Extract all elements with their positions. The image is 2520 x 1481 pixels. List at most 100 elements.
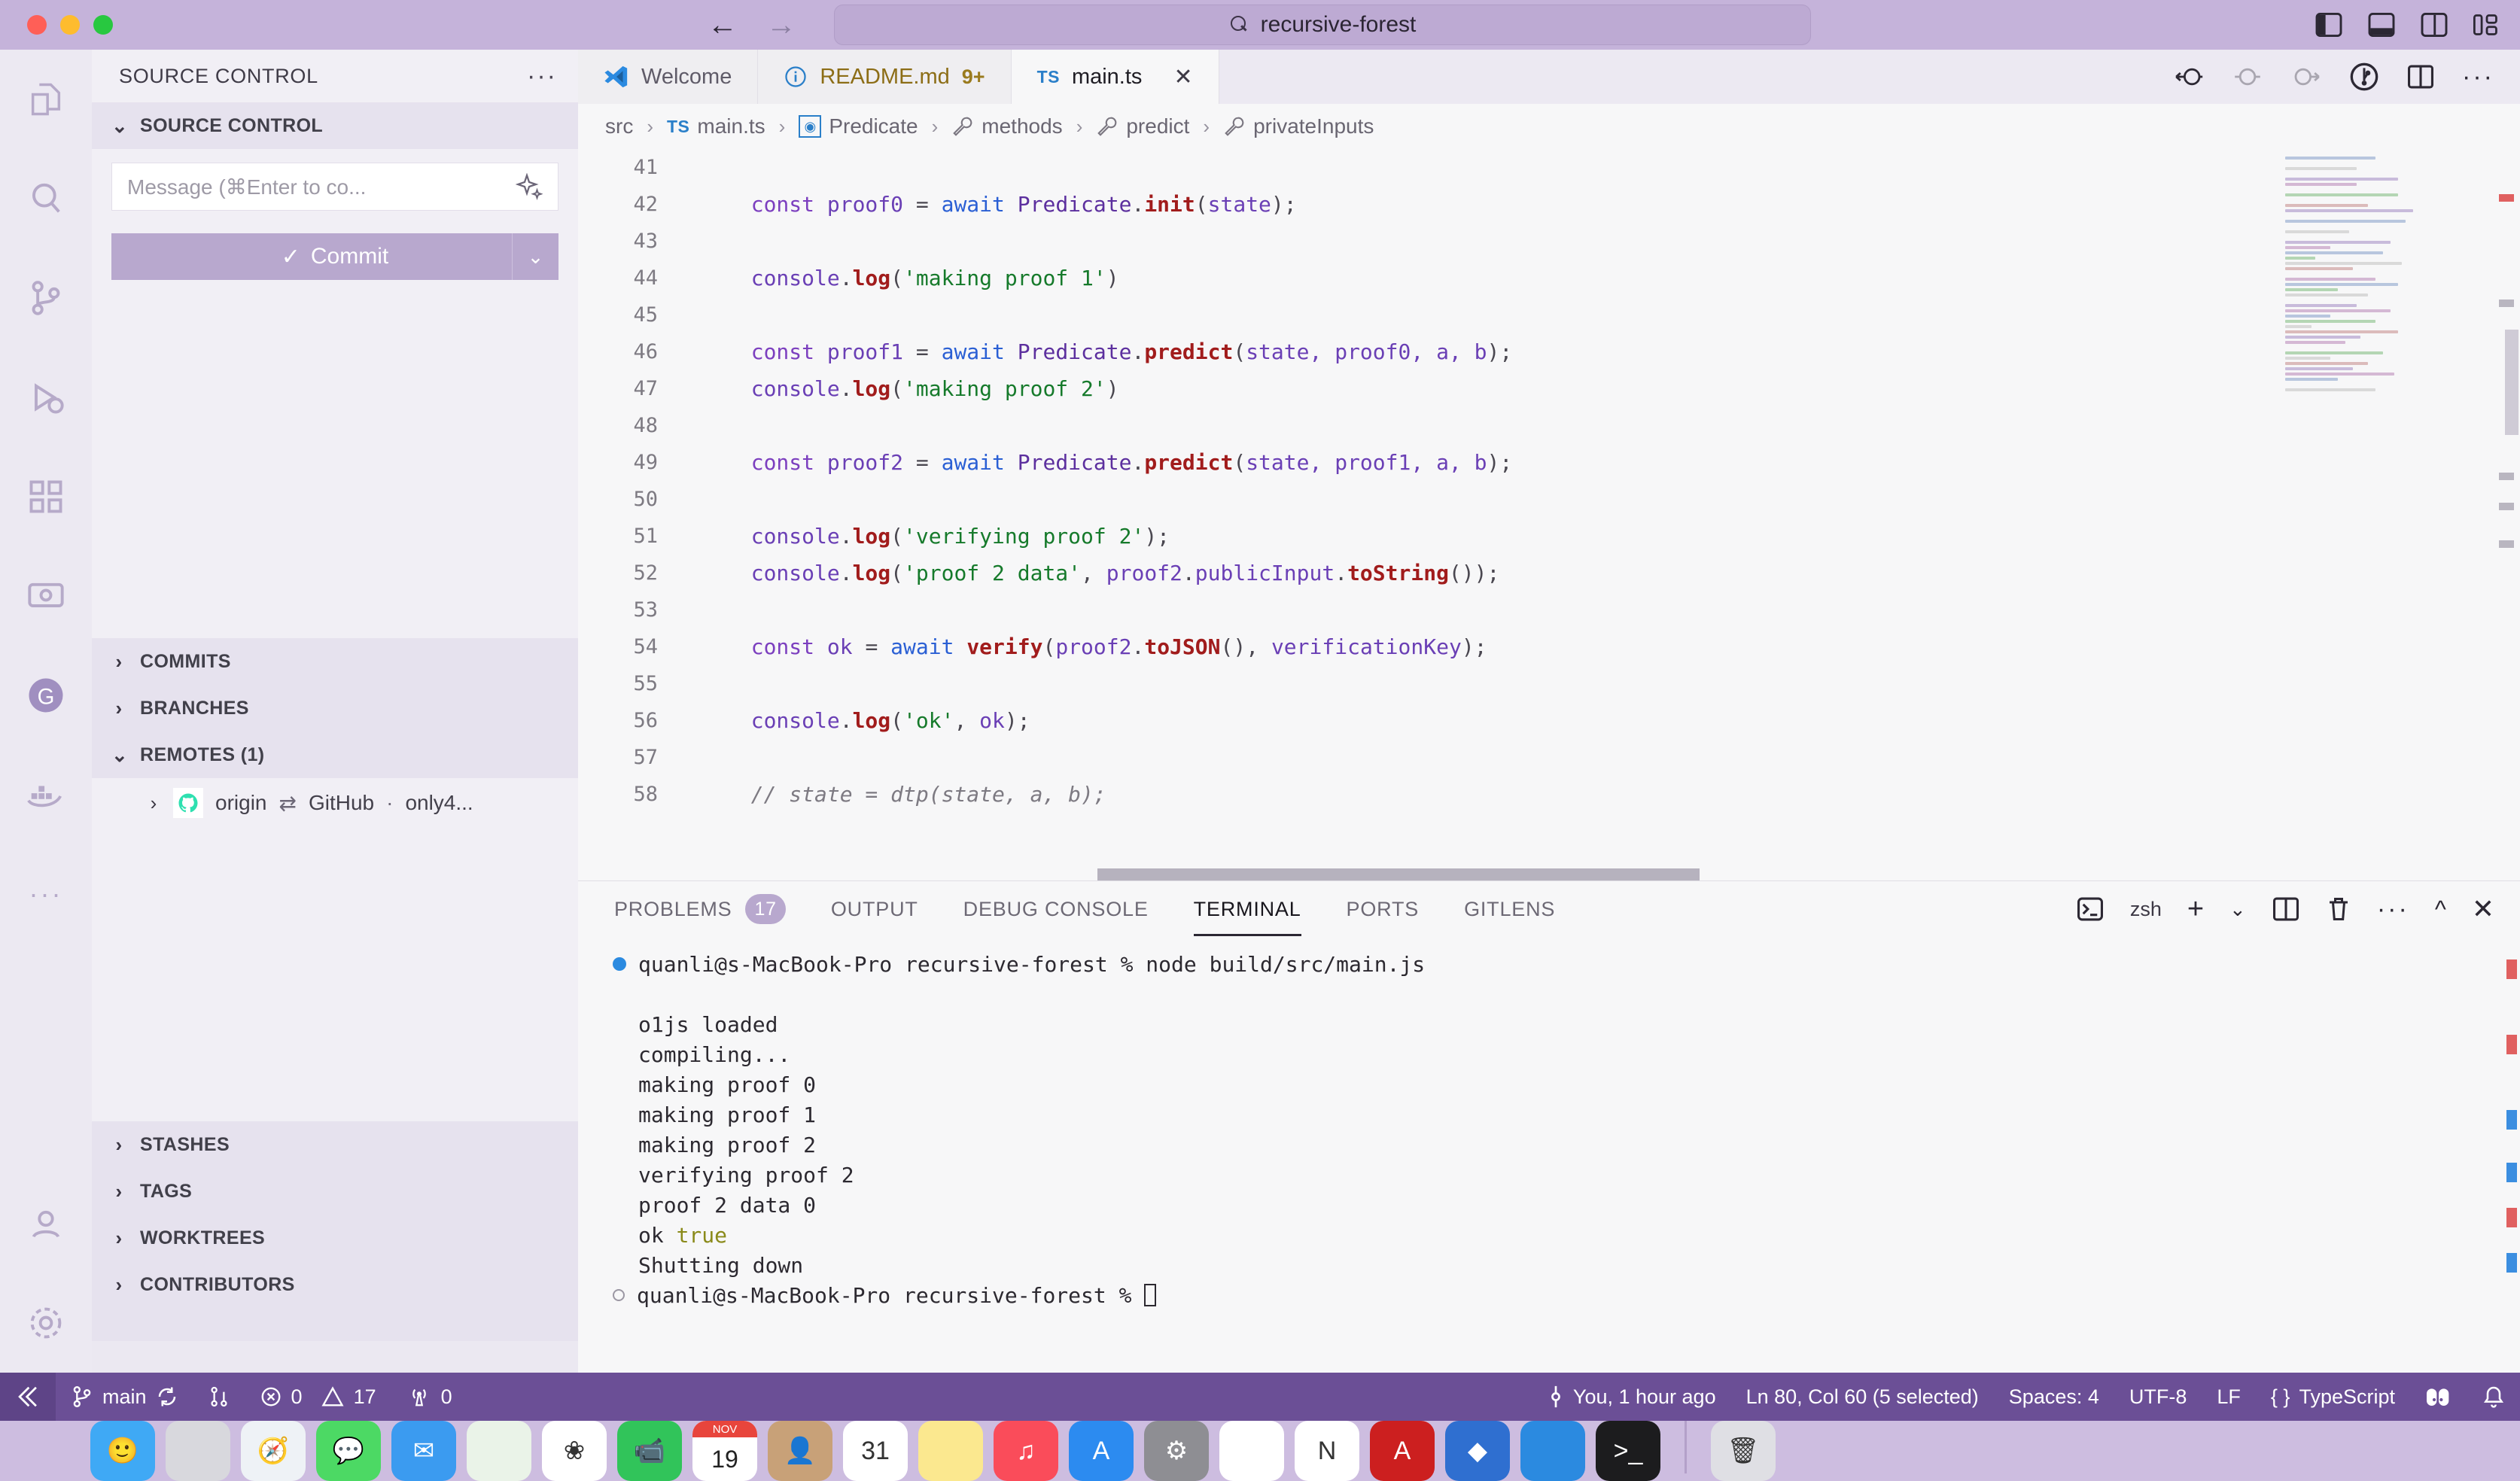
code-line[interactable]: 41: [578, 149, 2520, 186]
no-change-icon[interactable]: [2232, 64, 2263, 90]
dock-item-supabase[interactable]: ◆: [1445, 1421, 1510, 1481]
tab-main-ts[interactable]: TS main.ts ✕: [1011, 50, 1219, 104]
section-header-tags[interactable]: › TAGS: [92, 1168, 578, 1215]
activity-item-gitlens[interactable]: G: [0, 646, 92, 745]
section-header-contributors[interactable]: › CONTRIBUTORS: [92, 1261, 578, 1308]
dock-item-reminders[interactable]: 31: [843, 1421, 908, 1481]
gitlens-inspect-icon[interactable]: [2349, 62, 2379, 92]
activity-item-accounts[interactable]: [0, 1174, 92, 1273]
breadcrumb-item-privateinputs[interactable]: privateInputs: [1223, 114, 1374, 138]
status-git-blame[interactable]: You, 1 hour ago: [1532, 1373, 1731, 1421]
remote-item-origin[interactable]: › origin ⇄ GitHub · only4...: [92, 778, 578, 828]
customize-layout-icon[interactable]: [2473, 13, 2500, 37]
activity-item-search[interactable]: [0, 149, 92, 248]
status-problems[interactable]: 0 17: [245, 1373, 391, 1421]
tab-ports[interactable]: PORTS: [1347, 898, 1420, 921]
dock-item-system-settings[interactable]: ⚙: [1144, 1421, 1209, 1481]
tab-readme[interactable]: README.md 9+: [758, 50, 1012, 104]
status-language-mode[interactable]: { } TypeScript: [2256, 1373, 2410, 1421]
code-line[interactable]: 55: [578, 665, 2520, 702]
code-editor[interactable]: 41 42 const proof0 = await Predicate.init…: [578, 149, 2520, 880]
status-cursor-position[interactable]: Ln 80, Col 60 (5 selected): [1731, 1373, 1994, 1421]
section-header-source-control[interactable]: ⌄ SOURCE CONTROL: [92, 102, 578, 149]
activity-item-extensions[interactable]: [0, 447, 92, 546]
code-line[interactable]: 50: [578, 481, 2520, 518]
breadcrumb-item-src[interactable]: src: [605, 114, 633, 138]
dock-item-notion[interactable]: N: [1295, 1421, 1359, 1481]
minimap[interactable]: [2281, 149, 2431, 880]
split-terminal-icon[interactable]: [2272, 896, 2300, 922]
code-line[interactable]: 42 const proof0 = await Predicate.init(s…: [578, 186, 2520, 223]
code-line[interactable]: 53: [578, 591, 2520, 628]
dock-item-maps-apple[interactable]: [467, 1421, 531, 1481]
tab-output[interactable]: OUTPUT: [831, 898, 918, 921]
code-line[interactable]: 49 const proof2 = await Predicate.predic…: [578, 444, 2520, 481]
tab-problems[interactable]: PROBLEMS 17: [614, 894, 786, 924]
status-branch[interactable]: main: [56, 1373, 193, 1421]
status-encoding[interactable]: UTF-8: [2114, 1373, 2202, 1421]
go-forward-icon[interactable]: [2290, 64, 2322, 90]
code-line[interactable]: 43: [578, 223, 2520, 260]
tab-welcome[interactable]: Welcome: [578, 50, 759, 104]
status-notifications[interactable]: [2467, 1373, 2520, 1421]
status-ports[interactable]: 0: [391, 1373, 467, 1421]
code-line[interactable]: 52 console.log('proof 2 data', proof2.pu…: [578, 555, 2520, 591]
status-indentation[interactable]: Spaces: 4: [1994, 1373, 2114, 1421]
more-actions-icon[interactable]: ···: [2462, 64, 2494, 90]
terminal-output[interactable]: quanli@s-MacBook-Pro recursive-forest % …: [578, 937, 2520, 1310]
activity-item-settings[interactable]: [0, 1273, 92, 1373]
close-icon[interactable]: ✕: [1173, 64, 1192, 90]
minimize-window-button[interactable]: [60, 15, 80, 35]
tab-terminal[interactable]: TERMINAL: [1193, 898, 1301, 936]
dock-item-launchpad[interactable]: [166, 1421, 230, 1481]
section-header-stashes[interactable]: › STASHES: [92, 1121, 578, 1168]
status-compare[interactable]: [193, 1373, 245, 1421]
chevron-right-icon[interactable]: ›: [146, 792, 161, 815]
tab-debug-console[interactable]: DEBUG CONSOLE: [963, 898, 1149, 921]
dock-item-vscode[interactable]: [1520, 1421, 1585, 1481]
commit-dropdown-button[interactable]: ⌄: [512, 233, 558, 280]
code-line[interactable]: 48: [578, 407, 2520, 444]
horizontal-scrollbar[interactable]: [1097, 868, 1700, 880]
close-panel-icon[interactable]: ✕: [2472, 893, 2494, 925]
breadcrumb-item-methods[interactable]: methods: [951, 114, 1063, 138]
editor-scrollbar[interactable]: [2431, 149, 2520, 880]
code-line[interactable]: 54 const ok = await verify(proof2.toJSON…: [578, 628, 2520, 665]
status-live-share[interactable]: [2410, 1373, 2467, 1421]
more-actions-icon[interactable]: ···: [2377, 896, 2409, 922]
activity-item-source-control[interactable]: [0, 248, 92, 348]
sync-icon[interactable]: [156, 1385, 178, 1408]
launch-profile-icon[interactable]: [2076, 896, 2105, 922]
sidebar-more-actions-icon[interactable]: ···: [527, 63, 557, 89]
new-terminal-icon[interactable]: +: [2187, 893, 2204, 926]
breadcrumb-item-predicate[interactable]: ◉ Predicate: [799, 114, 918, 138]
activity-item-explorer[interactable]: [0, 50, 92, 149]
dock-item-contacts[interactable]: 👤: [768, 1421, 832, 1481]
maximize-window-button[interactable]: [93, 15, 113, 35]
dock-item-photos[interactable]: ❀: [542, 1421, 607, 1481]
dock-item-mail[interactable]: ✉: [391, 1421, 456, 1481]
section-header-branches[interactable]: › BRANCHES: [92, 685, 578, 731]
code-line[interactable]: 51 console.log('verifying proof 2');: [578, 518, 2520, 555]
code-line[interactable]: 58 // state = dtp(state, a, b);: [578, 776, 2520, 813]
go-back-icon[interactable]: [2173, 64, 2205, 90]
code-line[interactable]: 57: [578, 739, 2520, 776]
toggle-secondary-sidebar-icon[interactable]: [2421, 13, 2448, 37]
dock-item-music[interactable]: ♫: [994, 1421, 1058, 1481]
dock-item-facetime[interactable]: 📹: [617, 1421, 682, 1481]
status-eol[interactable]: LF: [2202, 1373, 2256, 1421]
dock-item-chrome[interactable]: [1219, 1421, 1284, 1481]
section-header-commits[interactable]: › COMMITS: [92, 638, 578, 685]
code-line[interactable]: 56 console.log('ok', ok);: [578, 702, 2520, 739]
kill-terminal-icon[interactable]: [2326, 896, 2351, 923]
activity-item-remote-explorer[interactable]: [0, 546, 92, 646]
arrow-right-icon[interactable]: →: [766, 10, 796, 40]
close-window-button[interactable]: [27, 15, 47, 35]
code-line[interactable]: 45: [578, 297, 2520, 333]
section-header-remotes[interactable]: ⌄ REMOTES (1): [92, 731, 578, 778]
dock-item-finder[interactable]: 🙂: [90, 1421, 155, 1481]
tab-gitlens[interactable]: GITLENS: [1464, 898, 1555, 921]
dock-item-notes[interactable]: [918, 1421, 983, 1481]
toggle-primary-sidebar-icon[interactable]: [2315, 13, 2342, 37]
commit-button[interactable]: ✓ Commit ⌄: [111, 233, 558, 280]
